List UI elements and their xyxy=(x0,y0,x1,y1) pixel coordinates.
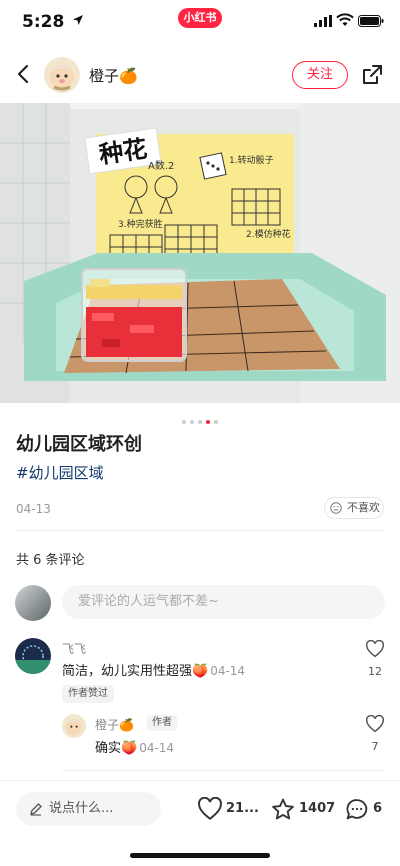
dislike-label: 不喜欢 xyxy=(347,501,380,514)
home-indicator xyxy=(130,853,270,858)
carousel-indicator xyxy=(0,411,400,424)
post-image[interactable]: 种花 A数.2 1.转动骰子 2.模仿种花 3.种完获胜 xyxy=(0,103,400,403)
commenter-avatar[interactable] xyxy=(15,638,51,674)
comment-count: 共 6 条评论 xyxy=(16,553,85,568)
follow-button[interactable]: 关注 xyxy=(292,61,348,89)
comment-date: 04-14 xyxy=(210,664,246,678)
carousel-dot xyxy=(182,419,186,424)
reply-date: 04-14 xyxy=(139,741,175,755)
step2-text: 2.模仿种花 xyxy=(246,228,291,240)
comment-like-button[interactable]: 12 xyxy=(360,639,390,678)
heart-icon xyxy=(366,639,384,658)
comment-count-bar: 6 xyxy=(373,801,383,816)
dotted-pattern-icon xyxy=(15,645,51,674)
say-placeholder: 说点什么... xyxy=(49,801,114,816)
carousel-dot xyxy=(214,419,218,424)
wifi-icon xyxy=(336,13,354,26)
pen-icon xyxy=(30,803,42,816)
post-hashtag[interactable]: #幼儿园区域 xyxy=(16,462,104,483)
like-button[interactable]: 21... xyxy=(197,797,259,823)
post-date: 04-13 xyxy=(16,502,51,516)
cartoon-face-icon xyxy=(50,65,74,91)
collect-count: 1407 xyxy=(299,801,336,816)
commenter-name[interactable]: 飞飞 xyxy=(62,640,86,657)
reply-body: 确实🍑 xyxy=(95,741,138,756)
app-brand-badge: 小红书 xyxy=(178,8,222,28)
comment-bubble-icon xyxy=(346,799,368,820)
heart-icon xyxy=(198,797,222,820)
comment-button[interactable]: 6 xyxy=(344,797,386,823)
battery-icon xyxy=(358,15,384,27)
cellular-signal-icon xyxy=(314,15,332,27)
reply-like-count: 7 xyxy=(371,740,379,753)
author-liked-badge: 作者赞过 xyxy=(62,685,114,703)
current-user-avatar xyxy=(15,585,51,621)
carousel-dot xyxy=(198,419,202,424)
author-avatar[interactable] xyxy=(44,57,80,93)
dislike-button[interactable]: 不喜欢 xyxy=(324,497,384,519)
post-title: 幼儿园区域环创 xyxy=(16,434,142,455)
players-text: A数.2 xyxy=(148,159,174,172)
say-something-input[interactable]: 说点什么... xyxy=(16,792,161,826)
share-icon[interactable] xyxy=(360,63,384,87)
carousel-dot xyxy=(190,419,194,424)
comment-body: 简洁，幼儿实用性超强🍑 xyxy=(62,664,209,679)
collect-button[interactable]: 1407 xyxy=(270,797,336,823)
comment-text: 简洁，幼儿实用性超强🍑 04-14 xyxy=(62,660,245,679)
comment-input[interactable]: 爱评论的人运气都不差~ xyxy=(62,585,385,619)
author-badge: 作者 xyxy=(147,715,177,731)
reply-like-button[interactable]: 7 xyxy=(360,714,390,753)
author-name[interactable]: 橙子🍊 xyxy=(89,65,138,86)
carousel-dot-active xyxy=(206,419,210,424)
divider xyxy=(62,770,384,771)
status-bar: 5:28 小红书 xyxy=(0,0,400,46)
replier-name[interactable]: 橙子🍊 xyxy=(95,716,134,733)
status-time: 5:28 xyxy=(22,12,65,32)
back-arrow-icon[interactable] xyxy=(12,62,36,86)
post-photo: 种花 A数.2 1.转动骰子 2.模仿种花 3.种完获胜 xyxy=(0,103,400,403)
star-icon xyxy=(272,798,294,820)
bottom-action-bar: 说点什么... 21... 1407 6 xyxy=(0,780,400,866)
heart-icon xyxy=(366,714,384,733)
reply-text: 确实🍑 04-14 xyxy=(95,737,174,756)
location-arrow-icon xyxy=(73,15,83,25)
like-count: 21... xyxy=(226,801,259,816)
cartoon-face-icon xyxy=(66,719,82,736)
sad-face-icon xyxy=(330,502,342,514)
step3-text: 3.种完获胜 xyxy=(118,218,163,230)
comment-like-count: 12 xyxy=(368,665,382,678)
divider xyxy=(16,530,384,531)
replier-avatar[interactable] xyxy=(62,714,86,738)
step1-text: 1.转动骰子 xyxy=(229,154,274,166)
post-header: 橙子🍊 关注 xyxy=(0,48,400,102)
